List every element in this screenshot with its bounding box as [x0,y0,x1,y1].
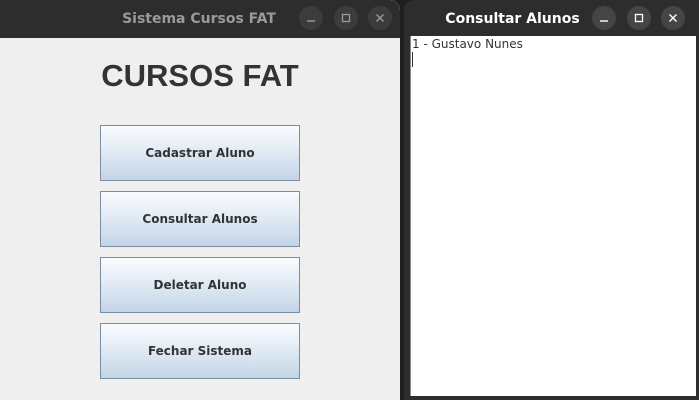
minimize-icon [600,20,608,22]
minimize-icon [307,20,315,22]
main-titlebar[interactable]: Sistema Cursos FAT [0,0,400,38]
maximize-icon [341,13,351,23]
consult-minimize-button[interactable] [592,6,616,30]
delete-student-button[interactable]: Deletar Aluno [100,257,300,313]
students-textarea[interactable]: 1 - Gustavo Nunes [410,36,696,396]
consult-maximize-button[interactable] [627,6,651,30]
close-icon [376,14,384,22]
text-caret [412,52,413,67]
consult-titlebar[interactable]: Consultar Alunos [404,0,699,38]
close-button[interactable] [368,6,392,30]
consult-window-title: Consultar Alunos [445,11,580,27]
student-line: 1 - Gustavo Nunes [412,37,523,51]
minimize-button[interactable] [299,6,323,30]
app-heading: CURSOS FAT [101,58,299,93]
main-window-title: Sistema Cursos FAT [122,11,276,27]
maximize-icon [634,13,644,23]
main-window: Sistema Cursos FAT CURSOS FAT Cadastrar … [0,0,400,400]
consult-close-button[interactable] [661,6,685,30]
maximize-button[interactable] [334,6,358,30]
close-icon [669,14,677,22]
close-system-button[interactable]: Fechar Sistema [100,323,300,379]
register-student-button[interactable]: Cadastrar Aluno [100,125,300,181]
consult-students-button[interactable]: Consultar Alunos [100,191,300,247]
consult-window: Consultar Alunos 1 - Gustavo Nunes [404,0,699,400]
